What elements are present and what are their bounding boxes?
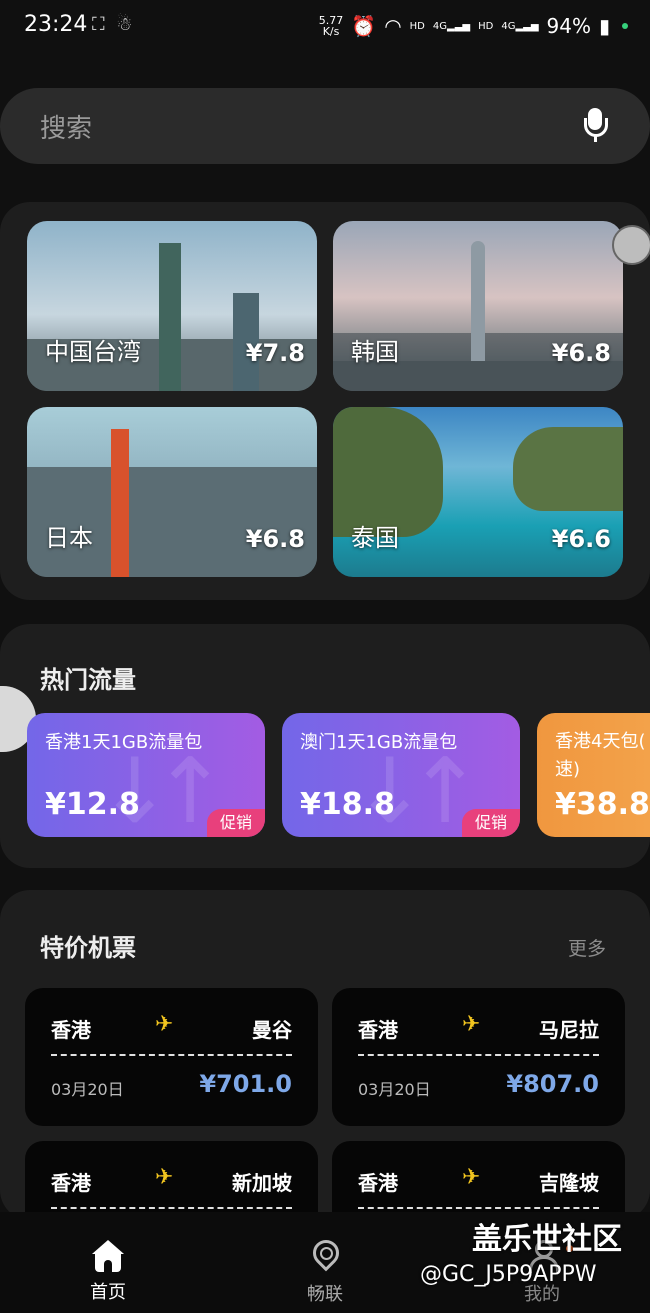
flight-destination: 新加坡 <box>232 1171 292 1195</box>
nav-item-home[interactable]: 首页 <box>48 1240 168 1304</box>
flight-origin: 香港 <box>358 1171 398 1195</box>
destination-price: ¥6.6 <box>551 525 611 553</box>
flight-price: ¥807.0 <box>506 1070 599 1098</box>
flight-origin: 香港 <box>51 1171 91 1195</box>
flight-destination: 马尼拉 <box>539 1018 599 1042</box>
watermark-logo-text: 盖乐世社区 <box>472 1222 622 1257</box>
flight-ticket-card[interactable]: 香港 ✈ 马尼拉 03月20日 ¥807.0 <box>332 988 625 1126</box>
location-pin-icon <box>307 1234 345 1274</box>
data-package-card[interactable]: 香港4天包( 速) ¥38.8 <box>537 713 650 837</box>
flight-price: ¥701.0 <box>199 1070 292 1098</box>
data-package-card[interactable]: ↓↑ 澳门1天1GB流量包 ¥18.8 促销 <box>282 713 520 837</box>
flights-title: 特价机票 <box>40 934 136 962</box>
data-package-card[interactable]: ↓↑ 香港1天1GB流量包 ¥12.8 促销 <box>27 713 265 837</box>
dashed-divider <box>51 1054 292 1056</box>
destination-card-japan[interactable]: 日本 ¥6.8 <box>27 407 317 577</box>
package-name: 澳门1天1GB流量包 <box>300 732 458 753</box>
promo-badge: 促销 <box>207 809 265 837</box>
nav-label: 首页 <box>90 1282 126 1303</box>
flight-origin: 香港 <box>358 1018 398 1042</box>
notification-icon: ☃ <box>116 14 133 35</box>
flight-origin: 香港 <box>51 1018 91 1042</box>
signal-icon-2: 4G▂▃▅ <box>501 20 539 32</box>
flight-date: 03月20日 <box>358 1080 431 1099</box>
battery-percent: 94% <box>546 14 591 38</box>
flight-date: 03月20日 <box>51 1080 124 1099</box>
destination-card-thailand[interactable]: 泰国 ¥6.6 <box>333 407 623 577</box>
destination-name: 日本 <box>45 524 93 552</box>
status-bar: 23:24 ⛶ ☃ 5.77 K/s ⏰ ◠ HD 4G▂▃▅ HD 4G▂▃▅… <box>0 0 650 56</box>
package-price: ¥38.8 <box>555 787 650 822</box>
home-icon <box>91 1240 125 1272</box>
dashed-divider <box>51 1207 292 1209</box>
promo-badge: 促销 <box>462 809 520 837</box>
hd-label-2: HD <box>478 20 494 32</box>
destination-price: ¥7.8 <box>245 339 305 367</box>
airplane-icon: ✈ <box>155 1012 174 1037</box>
search-placeholder[interactable]: 搜索 <box>40 108 92 145</box>
hot-data-title: 热门流量 <box>40 666 136 694</box>
flight-destination: 曼谷 <box>252 1018 292 1042</box>
destination-card-korea[interactable]: 韩国 ¥6.8 <box>333 221 623 391</box>
hd-label-1: HD <box>409 20 425 32</box>
dashed-divider <box>358 1054 599 1056</box>
airplane-icon: ✈ <box>462 1012 481 1037</box>
charging-dot <box>622 23 628 29</box>
status-time: 23:24 <box>24 12 88 37</box>
floating-scroll-thumb[interactable] <box>612 225 650 265</box>
package-price: ¥12.8 <box>45 787 140 822</box>
status-left-icons: ⛶ ☃ <box>92 14 132 35</box>
destination-card-taiwan[interactable]: 中国台湾 ¥7.8 <box>27 221 317 391</box>
microphone-icon[interactable] <box>584 108 608 142</box>
package-name: 香港4天包( 速) <box>555 731 646 780</box>
status-right-icons: 5.77 K/s ⏰ ◠ HD 4G▂▃▅ HD 4G▂▃▅ 94% ▮ <box>319 14 628 38</box>
wifi-icon: ◠ <box>384 14 402 38</box>
nav-item-connect[interactable]: 畅联 <box>265 1234 385 1306</box>
destination-name: 韩国 <box>351 338 399 366</box>
dashed-divider <box>358 1207 599 1209</box>
destination-price: ¥6.8 <box>551 339 611 367</box>
destination-name: 泰国 <box>351 524 399 552</box>
flight-ticket-card[interactable]: 香港 ✈ 曼谷 03月20日 ¥701.0 <box>25 988 318 1126</box>
search-bar[interactable]: 搜索 <box>0 88 650 164</box>
package-name: 香港1天1GB流量包 <box>45 732 203 753</box>
flight-destination: 吉隆坡 <box>539 1171 599 1195</box>
screenshot-icon: ⛶ <box>92 14 105 35</box>
airplane-icon: ✈ <box>462 1165 481 1190</box>
package-price: ¥18.8 <box>300 787 395 822</box>
destination-name: 中国台湾 <box>45 338 141 366</box>
nav-label: 畅联 <box>307 1284 343 1305</box>
airplane-icon: ✈ <box>155 1165 174 1190</box>
destination-price: ¥6.8 <box>245 525 305 553</box>
watermark-handle: @GC_J5P9APPW <box>420 1262 597 1287</box>
signal-icon-1: 4G▂▃▅ <box>432 20 471 32</box>
battery-icon: ▮ <box>598 14 610 38</box>
alarm-icon: ⏰ <box>351 14 377 38</box>
net-speed: 5.77 K/s <box>318 14 344 38</box>
more-link[interactable]: 更多 <box>568 934 606 961</box>
